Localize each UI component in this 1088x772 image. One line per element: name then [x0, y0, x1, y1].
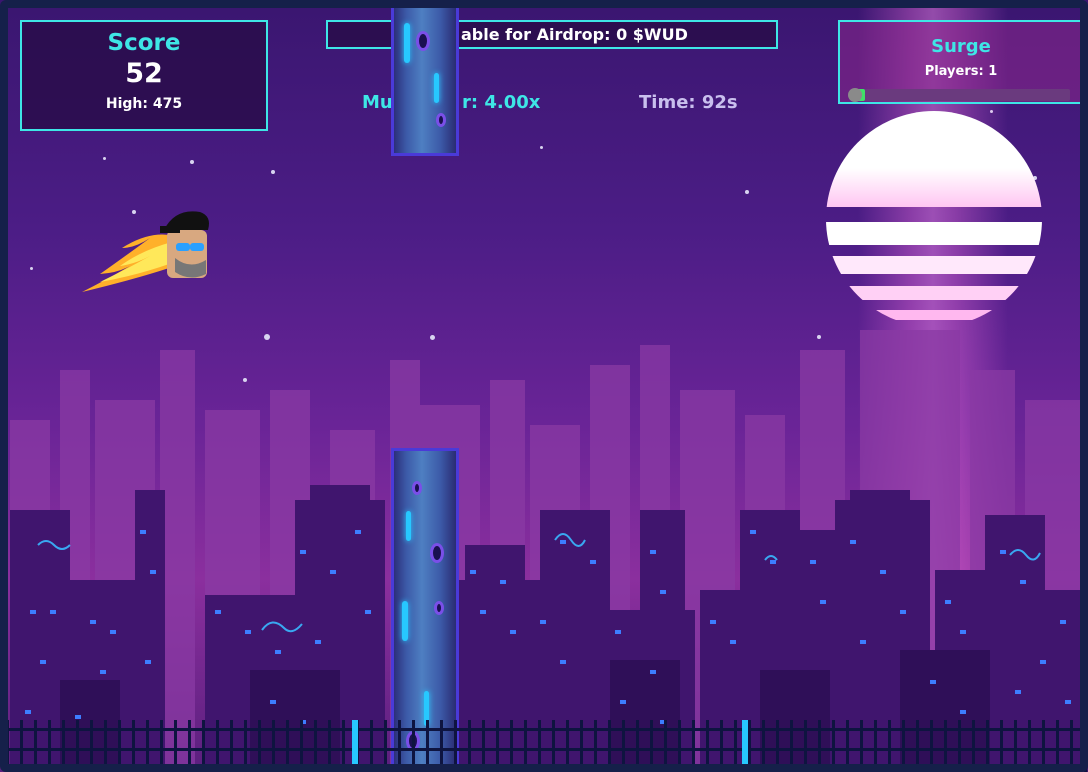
multiplier-left: Mu — [362, 92, 393, 113]
score-panel: Score 52 High: 475 — [20, 20, 268, 131]
player-character-icon — [82, 211, 209, 292]
surge-panel: Surge Players: 1 — [838, 20, 1084, 104]
pipe-top — [391, 0, 459, 156]
timer: Time: 92s — [639, 92, 738, 113]
fence — [0, 720, 1088, 772]
high-score: High: 475 — [105, 96, 183, 112]
score-title: Score — [107, 30, 181, 56]
surge-progress-knob — [848, 88, 862, 102]
multiplier-right: r: 4.00x — [462, 92, 541, 113]
players-count: Players: 1 — [924, 64, 998, 79]
game-canvas[interactable]: Score 52 High: 475 able for Airdrop: 0 $… — [0, 0, 1088, 772]
airdrop-text: able for Airdrop: 0 $WUD — [461, 25, 688, 44]
striped-sun-icon — [826, 111, 1042, 320]
surge-progress-bar — [848, 88, 1070, 102]
surge-title: Surge — [931, 36, 991, 57]
score-value: 52 — [125, 58, 163, 89]
